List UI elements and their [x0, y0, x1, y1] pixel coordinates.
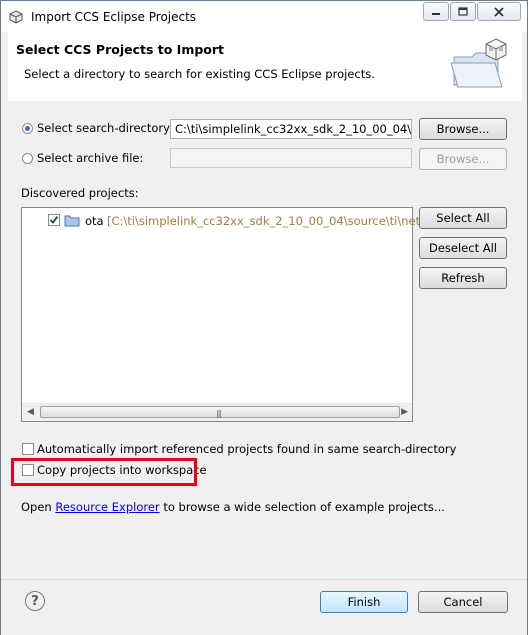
app-icon: [9, 10, 23, 24]
close-button[interactable]: [477, 2, 521, 21]
auto-import-checkbox[interactable]: [22, 443, 34, 455]
refresh-button[interactable]: Refresh: [419, 267, 507, 289]
resource-explorer-link[interactable]: Resource Explorer: [55, 500, 159, 514]
search-directory-label: Select search-directory:: [37, 121, 173, 135]
search-directory-input[interactable]: C:\ti\simplelink_cc32xx_sdk_2_10_00_04\s…: [170, 119, 412, 139]
maximize-icon: [458, 7, 468, 16]
minimize-icon: [432, 12, 440, 15]
project-checkbox[interactable]: [48, 214, 60, 226]
auto-import-label: Automatically import referenced projects…: [37, 442, 457, 456]
maximize-button[interactable]: [450, 2, 476, 21]
archive-file-label: Select archive file:: [37, 151, 144, 165]
title-bar: Import CCS Eclipse Projects: [1, 1, 527, 32]
discovered-projects-label: Discovered projects:: [21, 186, 139, 200]
finish-button[interactable]: Finish: [320, 591, 408, 613]
browse-archive-button[interactable]: Browse...: [419, 148, 507, 170]
header-title: Select CCS Projects to Import: [16, 42, 225, 57]
archive-file-input[interactable]: [170, 148, 412, 168]
scroll-left-icon[interactable]: ◀: [27, 407, 34, 417]
wizard-content: Select search-directory: C:\ti\simplelin…: [8, 101, 522, 579]
search-directory-radio[interactable]: [22, 123, 33, 134]
window-title: Import CCS Eclipse Projects: [31, 10, 197, 24]
archive-file-radio[interactable]: [22, 153, 33, 164]
horizontal-scrollbar[interactable]: ◀ ||| ▶: [22, 403, 412, 421]
grip-icon: |||: [216, 409, 222, 418]
cancel-button[interactable]: Cancel: [418, 591, 508, 613]
import-dialog: Import CCS Eclipse Projects Select CCS P…: [0, 0, 528, 635]
explorer-suffix: to browse a wide selection of example pr…: [163, 500, 445, 514]
deselect-all-button[interactable]: Deselect All: [419, 237, 507, 259]
checkmark-icon: [49, 215, 59, 224]
projects-tree[interactable]: ota [C:\ti\simplelink_cc32xx_sdk_2_10_00…: [21, 207, 447, 422]
copy-option-highlight: [11, 458, 197, 486]
help-icon[interactable]: ?: [25, 591, 45, 611]
select-all-button[interactable]: Select All: [419, 207, 507, 229]
project-name: ota: [85, 214, 104, 228]
header-subtitle: Select a directory to search for existin…: [24, 67, 375, 81]
browse-directory-button[interactable]: Browse...: [419, 118, 507, 140]
project-folder-icon: [64, 215, 80, 227]
close-icon: [494, 6, 504, 17]
folder-import-icon: [450, 38, 507, 88]
resource-explorer-text: Open Resource Explorer to browse a wide …: [21, 500, 445, 514]
minimize-button[interactable]: [423, 2, 449, 21]
project-path: [C:\ti\simplelink_cc32xx_sdk_2_10_00_04\…: [107, 214, 448, 228]
dialog-footer: ? Finish Cancel: [1, 579, 527, 635]
scroll-right-icon[interactable]: ▶: [401, 407, 408, 417]
explorer-prefix: Open: [21, 500, 52, 514]
wizard-header: Select CCS Projects to Import Select a d…: [8, 32, 522, 102]
scroll-thumb[interactable]: |||: [40, 406, 400, 418]
